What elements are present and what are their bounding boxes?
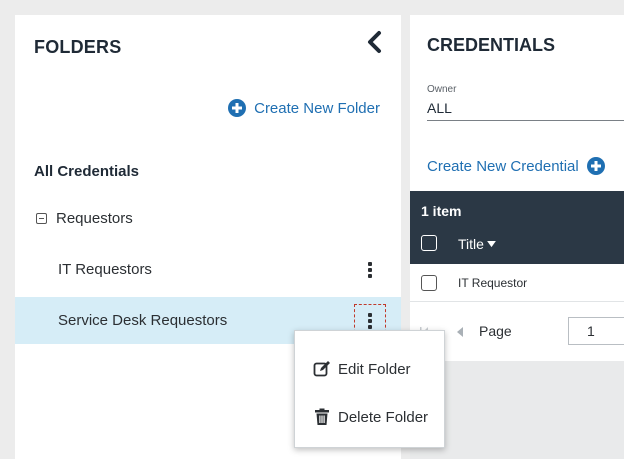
delete-folder-menu-item[interactable]: Delete Folder	[295, 397, 444, 437]
row-title: IT Requestor	[458, 276, 528, 290]
edit-icon	[313, 361, 330, 377]
folder-context-menu: Edit Folder Delete Folder	[294, 330, 445, 448]
menu-label: Delete Folder	[338, 408, 429, 426]
create-credential-label: Create New Credential	[427, 157, 579, 175]
folder-label: IT Requestors	[58, 261, 152, 278]
grid-header: 1 item Title	[410, 191, 624, 264]
more-options-icon[interactable]	[361, 258, 379, 282]
owner-select[interactable]: ALL	[427, 100, 452, 116]
trash-icon	[315, 408, 329, 425]
chevron-left-icon	[368, 31, 381, 53]
collapse-panel-button[interactable]	[363, 29, 387, 55]
create-folder-label: Create New Folder	[254, 99, 380, 117]
owner-underline	[427, 120, 624, 121]
create-folder-link[interactable]: Create New Folder	[228, 99, 380, 117]
folder-label: Service Desk Requestors	[58, 312, 228, 329]
create-credential-link[interactable]: Create New Credential	[427, 157, 605, 175]
table-row[interactable]: IT Requestor	[410, 264, 624, 302]
title-column-header[interactable]: Title	[458, 236, 496, 252]
page-label: Page	[479, 323, 512, 339]
menu-label: Edit Folder	[338, 360, 411, 378]
folders-title: FOLDERS	[34, 37, 122, 57]
plus-circle-icon	[586, 157, 605, 175]
column-label: Title	[458, 236, 484, 252]
row-checkbox[interactable]	[421, 275, 437, 291]
collapse-minus-icon[interactable]	[36, 213, 47, 224]
edit-folder-menu-item[interactable]: Edit Folder	[295, 349, 444, 389]
folder-requestors[interactable]: Requestors	[15, 196, 401, 241]
folder-label: All Credentials	[34, 163, 140, 180]
sort-down-icon	[487, 240, 496, 247]
owner-label: Owner	[427, 84, 457, 95]
folder-label: Requestors	[56, 210, 133, 227]
credentials-title: CREDENTIALS	[427, 35, 556, 55]
item-count: 1 item	[421, 203, 462, 219]
folder-all-credentials[interactable]: All Credentials	[15, 149, 401, 194]
previous-page-icon[interactable]	[455, 326, 463, 338]
page-number-input[interactable]: 1	[568, 317, 624, 345]
plus-circle-icon	[228, 99, 247, 117]
select-all-checkbox[interactable]	[421, 235, 437, 251]
folder-it-requestors[interactable]: IT Requestors	[15, 247, 401, 292]
